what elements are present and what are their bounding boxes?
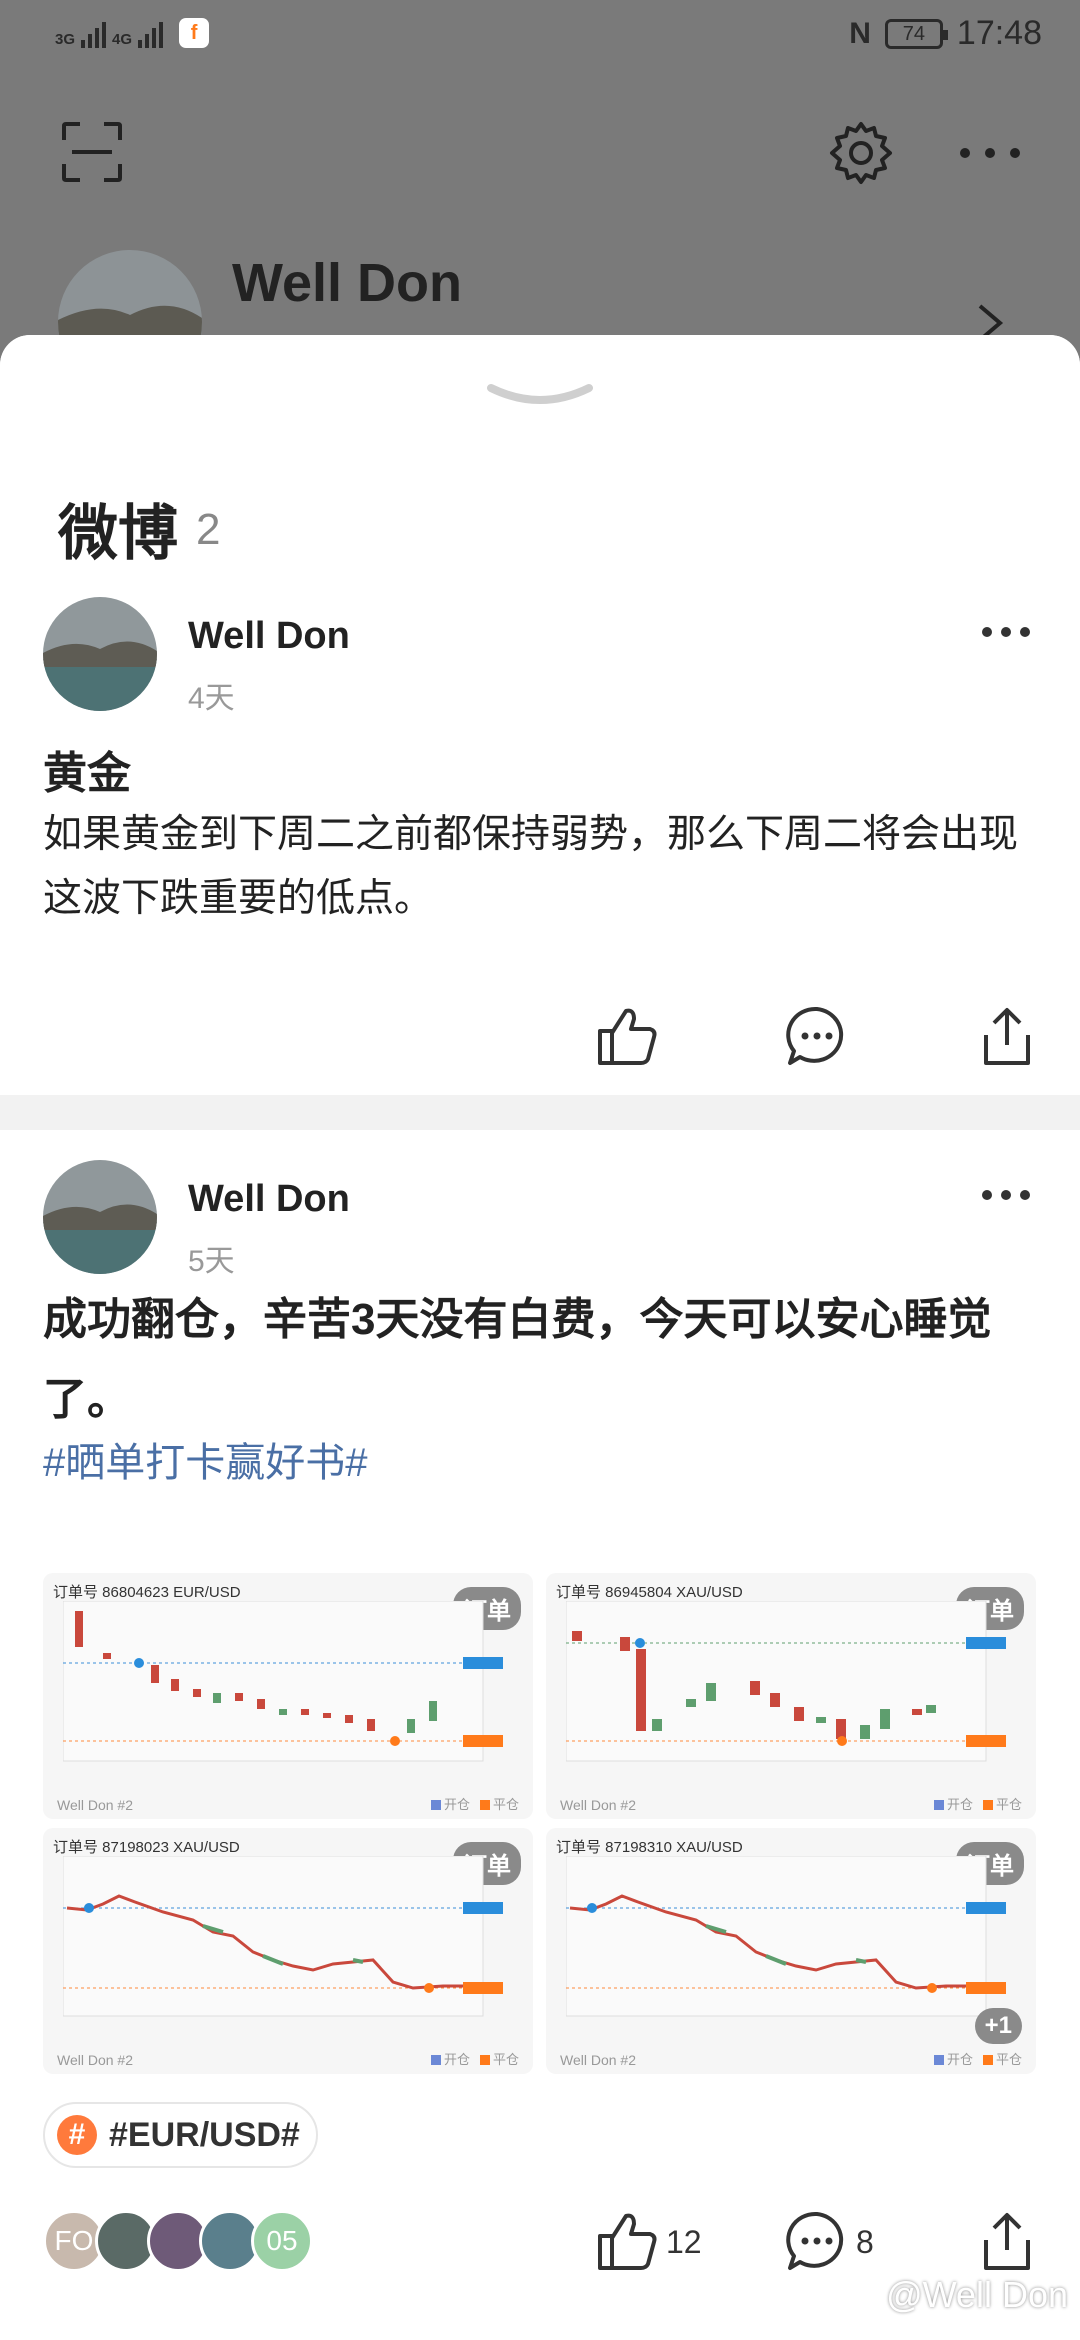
section-title: 微博 bbox=[58, 500, 178, 567]
app-notification-icon: f bbox=[179, 18, 210, 48]
weibo-watermark: @Well Don bbox=[886, 2274, 1068, 2315]
more-images-badge[interactable]: +1 bbox=[974, 2008, 1022, 2044]
nfc-icon: N bbox=[849, 16, 871, 50]
clock: 17:48 bbox=[956, 14, 1042, 52]
avatar[interactable] bbox=[43, 597, 157, 711]
like-icon[interactable] bbox=[596, 2210, 658, 2272]
like-count: 12 bbox=[666, 2224, 702, 2260]
network-4g-label: 4G bbox=[112, 31, 133, 48]
trade-screenshot[interactable]: 订单号 87198023 XAU/USD 订单 Well Don #2 开仓 平仓 bbox=[43, 1828, 533, 2074]
image-footer: Well Don #2 bbox=[560, 2052, 637, 2068]
trade-screenshot[interactable]: 订单号 86804623 EUR/USD 订单 Well Don #2 开仓 平仓 bbox=[43, 1573, 533, 1819]
more-options-icon[interactable] bbox=[980, 625, 1032, 639]
candlestick-chart bbox=[63, 1601, 503, 1762]
candlestick-chart bbox=[566, 1601, 1006, 1762]
post-body: 如果黄金到下周二之前都保持弱势，那么下周二将会出现这波下跌重要的低点。 bbox=[43, 813, 1019, 920]
share-icon[interactable] bbox=[976, 1005, 1038, 1067]
trade-screenshot[interactable]: 订单号 86945804 XAU/USD 订单 Well Don #2 开仓 平仓 bbox=[546, 1573, 1036, 1819]
candlestick-chart bbox=[63, 1856, 503, 2017]
comment-icon[interactable] bbox=[786, 1005, 848, 1067]
topic-hash-icon: # bbox=[57, 2115, 97, 2155]
share-icon[interactable] bbox=[976, 2210, 1038, 2272]
scan-icon[interactable] bbox=[60, 120, 124, 184]
network-3g-label: 3G bbox=[55, 31, 76, 48]
battery-icon: 74 bbox=[884, 18, 948, 49]
gear-icon[interactable] bbox=[828, 120, 894, 186]
order-number: 订单号 86804623 EUR/USD bbox=[53, 1584, 241, 1601]
comment-count: 8 bbox=[856, 2224, 874, 2260]
more-options-icon[interactable] bbox=[955, 138, 1025, 168]
chart-legend: 开仓 平仓 bbox=[421, 1794, 519, 1813]
comment-icon[interactable] bbox=[786, 2210, 848, 2272]
sheet-handle-chevron-down-icon[interactable] bbox=[485, 380, 595, 410]
chart-legend: 开仓 平仓 bbox=[924, 1794, 1022, 1813]
topic-label: #EUR/USD# bbox=[109, 2115, 300, 2154]
image-footer: Well Don #2 bbox=[57, 1797, 134, 1813]
post-time: 5天 bbox=[188, 1245, 235, 1278]
trade-screenshot[interactable]: 订单号 87198310 XAU/USD 订单 +1 Well Don #2 开… bbox=[546, 1828, 1036, 2074]
candlestick-chart bbox=[566, 1856, 1006, 2017]
avatar[interactable] bbox=[43, 1160, 157, 1274]
more-options-icon[interactable] bbox=[980, 1188, 1032, 1202]
order-number: 订单号 87198023 XAU/USD bbox=[53, 1839, 240, 1856]
liker-avatar: 05 bbox=[251, 2210, 313, 2272]
chart-legend: 开仓 平仓 bbox=[421, 2049, 519, 2068]
post-author[interactable]: Well Don bbox=[188, 615, 350, 658]
section-count: 2 bbox=[196, 505, 221, 554]
chart-legend: 开仓 平仓 bbox=[924, 2049, 1022, 2068]
liker-avatars[interactable]: FO 05 bbox=[43, 2210, 313, 2272]
post-title: 黄金 bbox=[43, 749, 131, 798]
order-number: 订单号 87198310 XAU/USD bbox=[556, 1839, 743, 1856]
order-number: 订单号 86945804 XAU/USD bbox=[556, 1584, 743, 1601]
signal-icon bbox=[138, 20, 164, 48]
post-author[interactable]: Well Don bbox=[188, 1178, 350, 1221]
post-hashtag[interactable]: #晒单打卡赢好书# bbox=[43, 1430, 368, 1488]
image-footer: Well Don #2 bbox=[560, 1797, 637, 1813]
status-bar: 3G 4G f N 74 17:48 bbox=[0, 0, 1080, 75]
signal-icon bbox=[81, 20, 107, 48]
image-footer: Well Don #2 bbox=[57, 2052, 134, 2068]
post-headline: 成功翻仓，辛苦3天没有白费，今天可以安心睡觉了。 bbox=[43, 1295, 992, 1424]
topic-chip[interactable]: # #EUR/USD# bbox=[43, 2102, 318, 2168]
like-icon[interactable] bbox=[596, 1005, 658, 1067]
profile-name: Well Don bbox=[232, 253, 463, 313]
post-time: 4天 bbox=[188, 682, 235, 715]
post-card[interactable]: Well Don 4天 黄金 如果黄金到下周二之前都保持弱势，那么下周二将会出现… bbox=[0, 565, 1080, 1095]
